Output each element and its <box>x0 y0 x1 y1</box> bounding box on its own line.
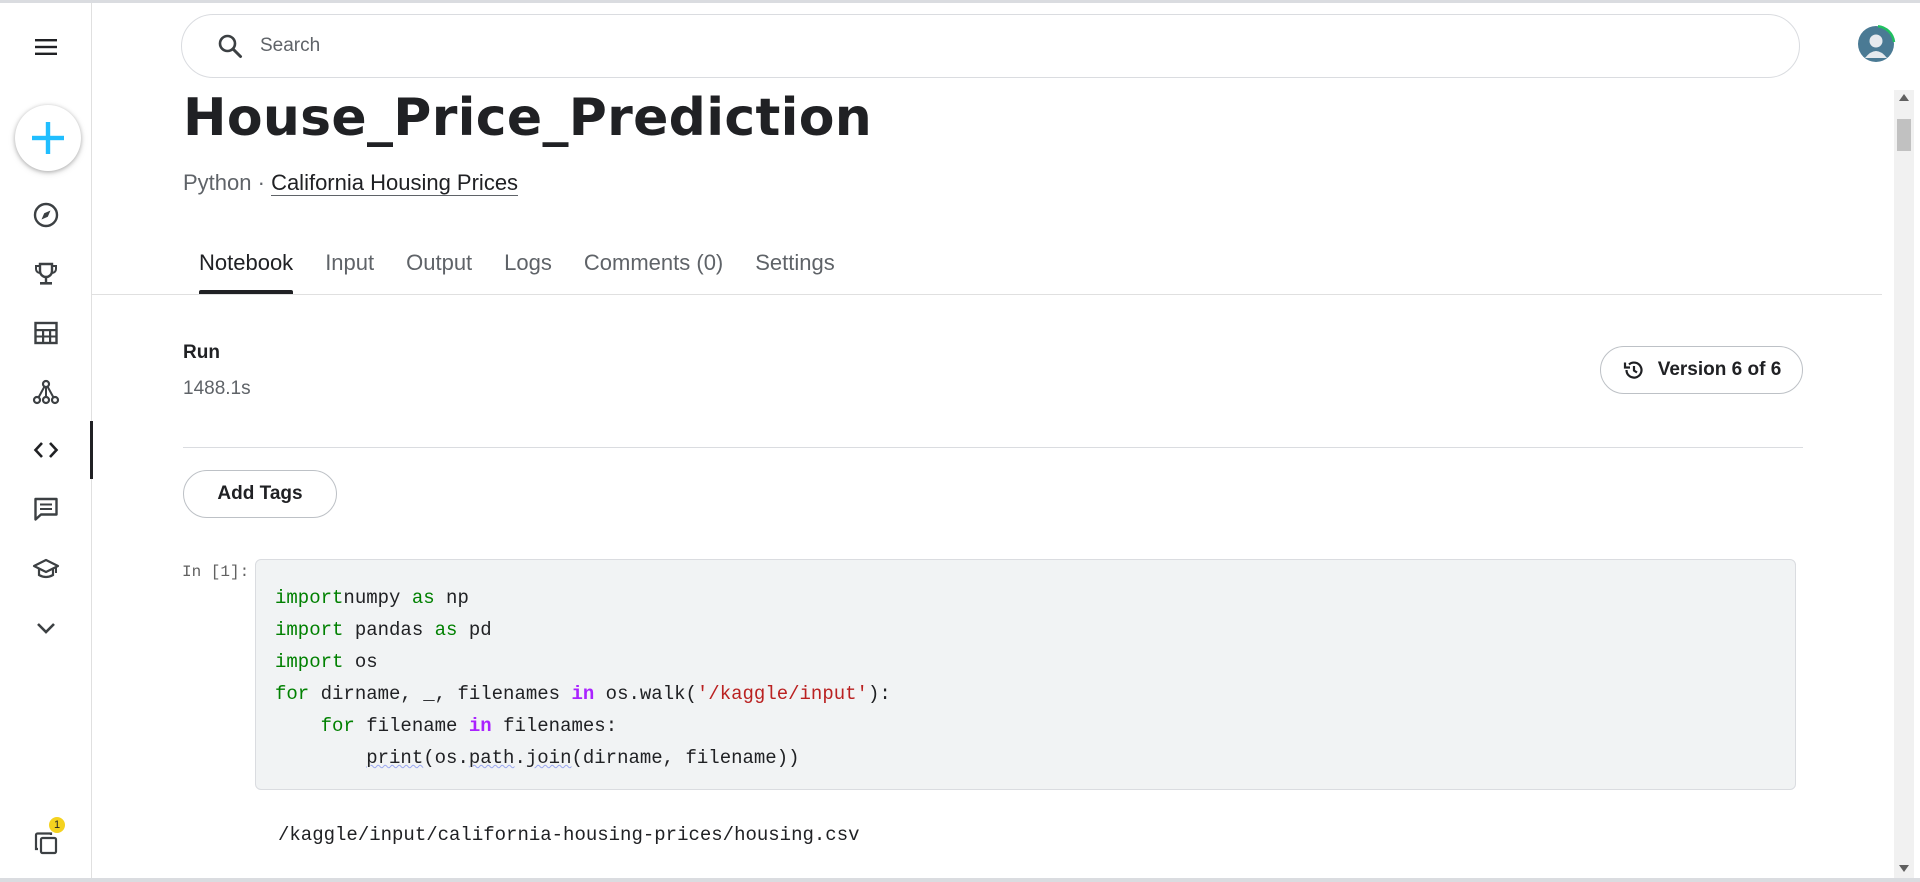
code-token: numpy <box>343 587 412 609</box>
tabs-divider <box>92 294 1882 295</box>
code-token: import <box>275 587 344 609</box>
create-button[interactable] <box>15 105 81 171</box>
code-token: import <box>275 651 344 673</box>
code-token: pd <box>457 619 492 641</box>
code-token: '/kaggle/input' <box>696 683 868 705</box>
sidebar-item-home[interactable] <box>0 186 92 244</box>
layers-icon <box>34 832 58 855</box>
table-icon <box>34 321 58 345</box>
code-token: os.walk( <box>594 683 697 705</box>
code-token: filenames: <box>491 715 618 737</box>
scroll-up-arrow-icon[interactable] <box>1899 94 1909 101</box>
tab-comments[interactable]: Comments (0) <box>568 244 739 294</box>
tab-logs[interactable]: Logs <box>488 244 568 294</box>
compass-icon <box>33 202 59 228</box>
tab-input[interactable]: Input <box>309 244 390 294</box>
code-token: import <box>275 619 344 641</box>
models-icon <box>32 379 60 405</box>
sidebar-item-datasets[interactable] <box>0 304 92 362</box>
code-line: for filename in filenames: <box>275 710 891 742</box>
trophy-icon <box>35 262 57 285</box>
cell-output: /kaggle/input/california-housing-prices/… <box>278 824 860 846</box>
sidebar-item-more[interactable] <box>0 599 92 657</box>
code-token: (os. <box>423 747 469 769</box>
tab-bar: Notebook Input Output Logs Comments (0) … <box>183 244 851 294</box>
version-label: Version 6 of 6 <box>1657 359 1782 380</box>
tab-notebook[interactable]: Notebook <box>183 244 309 294</box>
plus-icon <box>32 122 64 154</box>
code-token: np <box>434 587 469 609</box>
code-token: join <box>525 747 572 769</box>
chevron-down-icon <box>37 623 55 634</box>
dataset-link[interactable]: California Housing Prices <box>271 170 519 196</box>
run-duration: 1488.1s <box>183 378 251 399</box>
code-token: . <box>514 747 526 769</box>
hamburger-menu-icon[interactable] <box>0 18 92 76</box>
scroll-down-arrow-icon[interactable] <box>1899 865 1909 872</box>
code-line: importnumpy as np <box>275 582 891 614</box>
run-label: Run <box>183 342 220 363</box>
sidebar-item-code[interactable] <box>0 421 93 479</box>
scrollbar[interactable] <box>1894 90 1914 878</box>
code-token: as <box>411 587 435 609</box>
sidebar-item-notebooks-viewed[interactable] <box>0 814 92 872</box>
code-token: in <box>468 715 492 737</box>
avatar[interactable] <box>1856 24 1896 64</box>
cell-prompt: In [1]: <box>182 563 250 581</box>
code-token: pandas <box>343 619 435 641</box>
code-content: importnumpy as np import pandas as pd impo… <box>275 582 891 774</box>
scroll-thumb[interactable] <box>1897 119 1911 151</box>
code-token: (dirname, filename)) <box>571 747 800 769</box>
code-token: os <box>343 651 378 673</box>
add-tags-button[interactable]: Add Tags <box>183 470 337 518</box>
code-token: for <box>275 683 310 705</box>
history-icon <box>1623 361 1643 379</box>
search-input[interactable] <box>260 35 1660 57</box>
code-line: for dirname, _, filenames in os.walk('/k… <box>275 678 891 710</box>
code-cell[interactable]: importnumpy as np import pandas as pd impo… <box>255 559 1796 790</box>
version-button[interactable]: Version 6 of 6 <box>1600 346 1803 394</box>
code-token: dirname, _, filenames <box>309 683 572 705</box>
sidebar-item-models[interactable] <box>0 363 92 421</box>
code-line: print(os.path.join(dirname, filename)) <box>275 742 891 774</box>
code-line: import pandas as pd <box>275 614 891 646</box>
search-icon <box>218 34 242 58</box>
code-token: filename <box>354 715 469 737</box>
separator: · <box>251 170 272 195</box>
sidebar-item-competitions[interactable] <box>0 245 92 303</box>
code-token: path <box>468 747 515 769</box>
bottom-border <box>0 878 1920 882</box>
sidebar: 1 <box>0 3 93 878</box>
language-label: Python <box>183 170 252 195</box>
code-token: for <box>320 715 355 737</box>
code-token: print <box>366 747 424 769</box>
code-token: in <box>571 683 595 705</box>
tab-settings[interactable]: Settings <box>739 244 851 294</box>
section-divider <box>183 447 1803 448</box>
code-line: import os <box>275 646 891 678</box>
page-title: House_Price_Prediction <box>183 88 873 148</box>
code-token: as <box>434 619 458 641</box>
tab-output[interactable]: Output <box>390 244 488 294</box>
notebook-subtitle: Python · California Housing Prices <box>183 170 519 196</box>
search-bar[interactable] <box>181 14 1800 78</box>
top-border <box>0 0 1920 3</box>
comments-icon <box>34 497 58 521</box>
code-token: ): <box>867 683 891 705</box>
notification-badge: 1 <box>49 817 65 833</box>
sidebar-item-discussions[interactable] <box>0 480 92 538</box>
sidebar-item-learn[interactable] <box>0 540 92 598</box>
code-icon <box>33 442 59 458</box>
graduation-cap-icon <box>32 558 60 579</box>
